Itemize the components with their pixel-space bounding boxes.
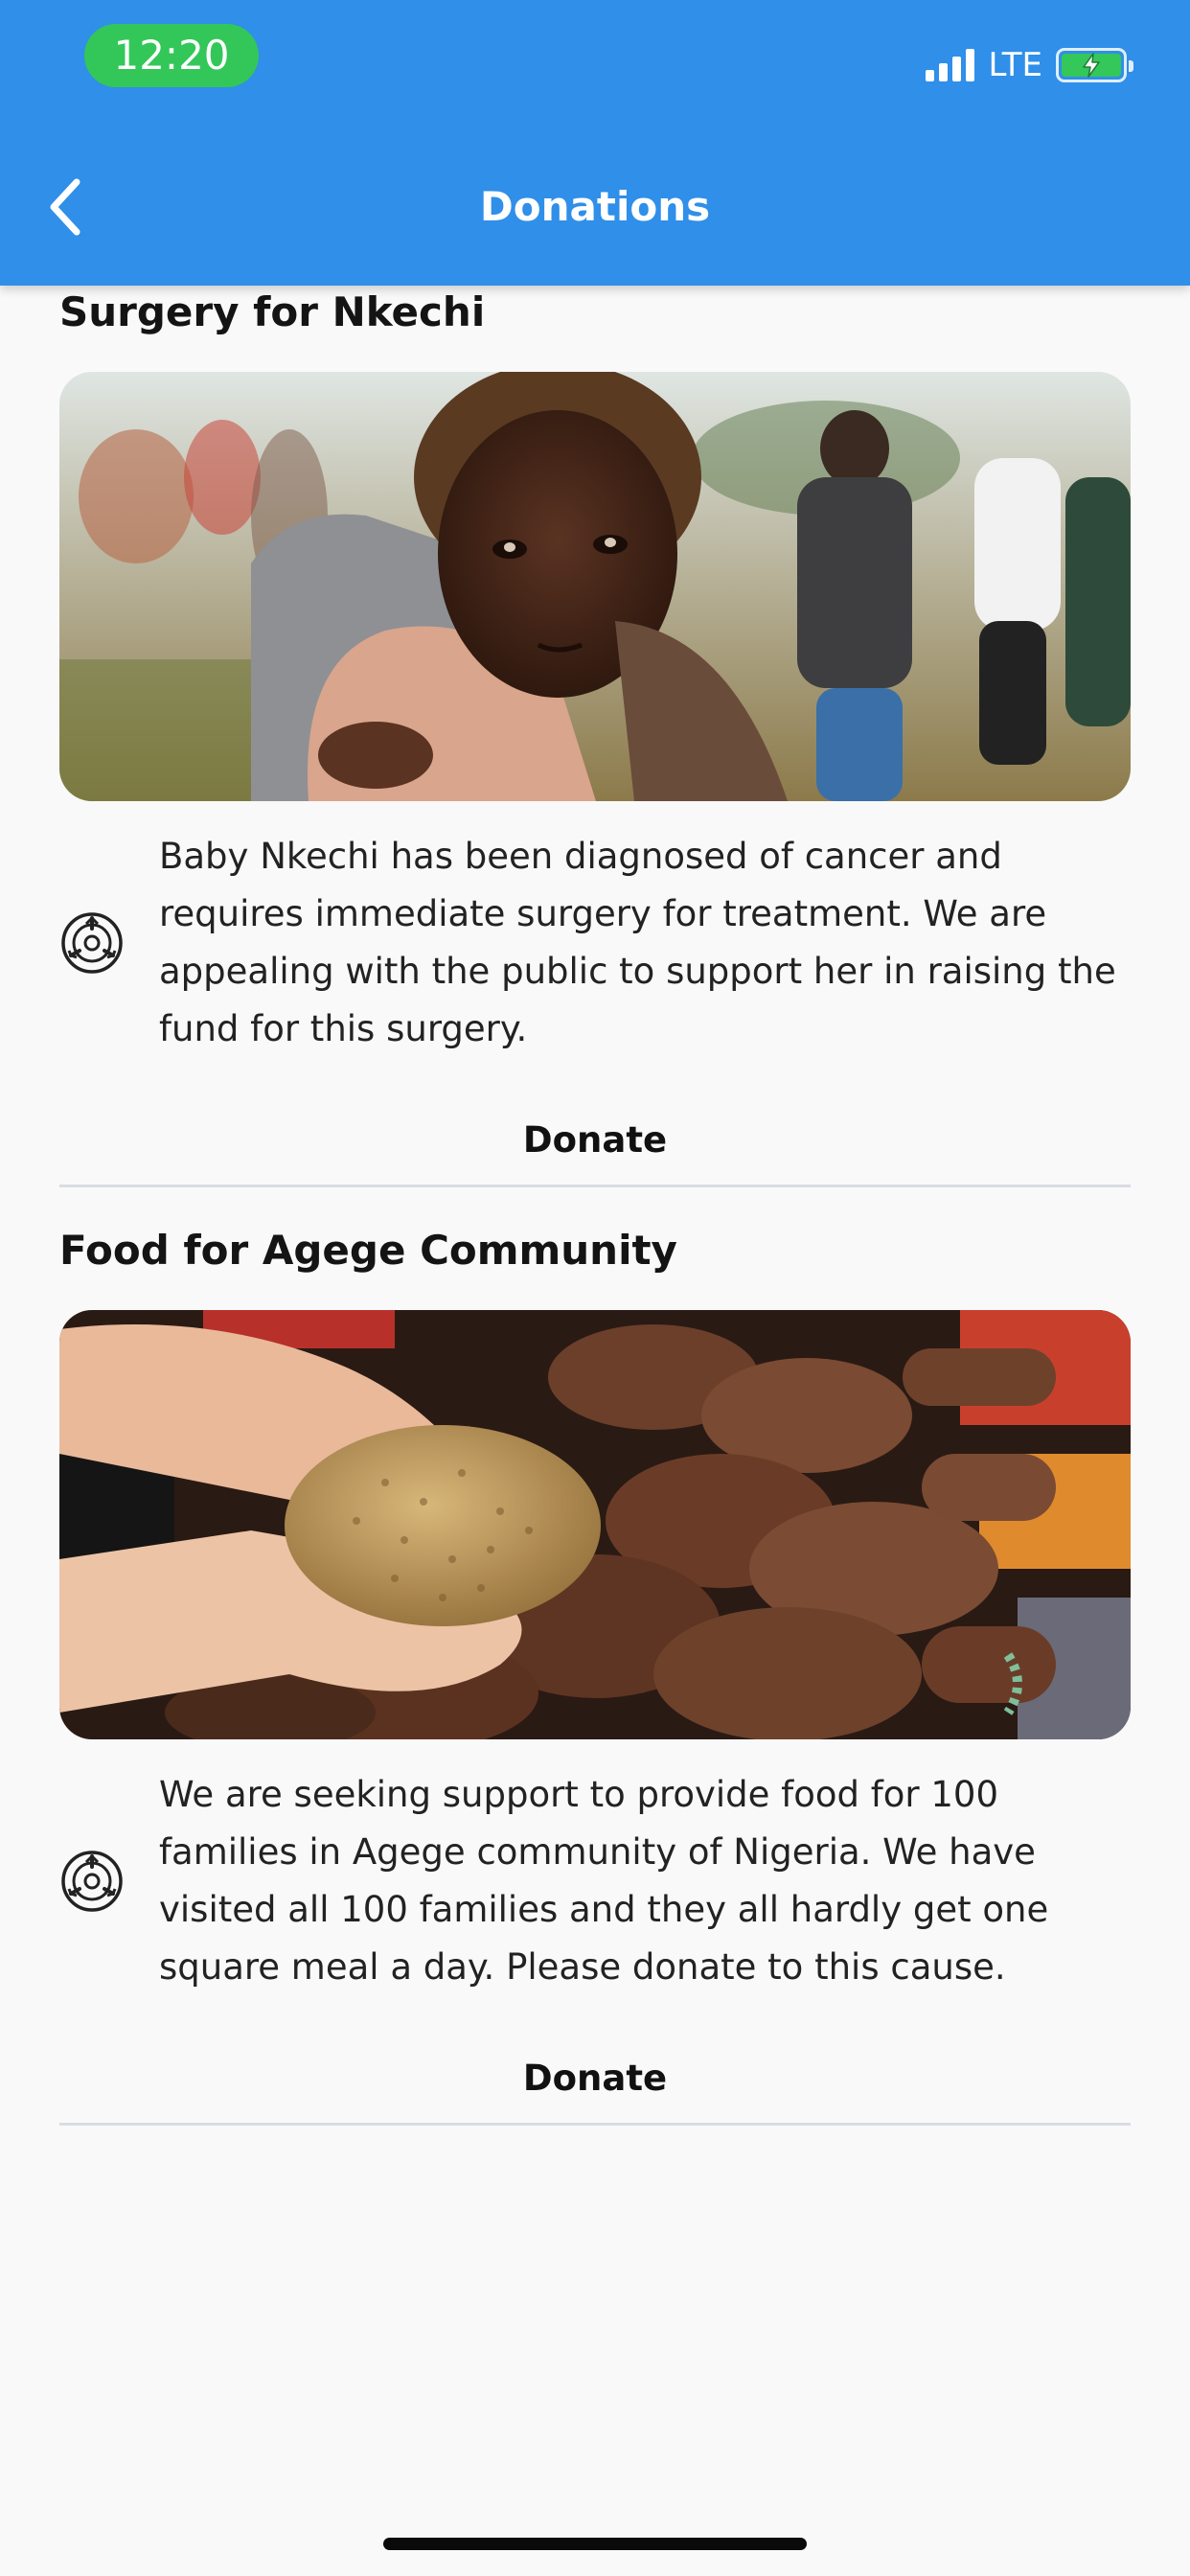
- donation-image: [59, 372, 1131, 801]
- donation-description: Baby Nkechi has been diagnosed of cancer…: [159, 836, 1116, 1049]
- app-header: 12:20 LTE Donations: [0, 0, 1190, 286]
- network-type: LTE: [988, 46, 1042, 84]
- donation-title: Surgery for Nkechi: [59, 288, 486, 335]
- status-indicators: LTE: [926, 42, 1133, 88]
- divider: [59, 1184, 1131, 1187]
- cellular-signal-icon: [926, 49, 975, 81]
- donation-description-row: We are seeking support to provide food f…: [59, 1766, 1131, 1996]
- status-time: 12:20: [84, 24, 259, 87]
- charging-bolt-icon: [1083, 53, 1100, 78]
- donate-row: Donate: [59, 2046, 1131, 2111]
- donate-button[interactable]: Donate: [508, 1108, 682, 1173]
- emblem-icon: [59, 1849, 159, 1914]
- emblem-icon: [59, 910, 159, 976]
- donate-row: Donate: [59, 1108, 1131, 1173]
- donation-title: Food for Agege Community: [59, 1227, 677, 1274]
- home-indicator[interactable]: [383, 2538, 807, 2550]
- battery-icon: [1056, 48, 1133, 82]
- donation-card: Surgery for Nkechi Baby Nkechi has been …: [59, 286, 1131, 1187]
- divider: [59, 2123, 1131, 2126]
- page-title: Donations: [479, 183, 711, 230]
- donation-description: We are seeking support to provide food f…: [159, 1774, 1049, 1988]
- child-photo-image: [59, 372, 1131, 801]
- donations-list: Surgery for Nkechi Baby Nkechi has been …: [59, 286, 1131, 2126]
- grain-hands-photo-image: [59, 1310, 1131, 1739]
- donation-card: Food for Agege Community We are seeking …: [59, 1224, 1131, 2126]
- donation-description-row: Baby Nkechi has been diagnosed of cancer…: [59, 828, 1131, 1058]
- donation-image: [59, 1310, 1131, 1739]
- donate-button[interactable]: Donate: [508, 2046, 682, 2111]
